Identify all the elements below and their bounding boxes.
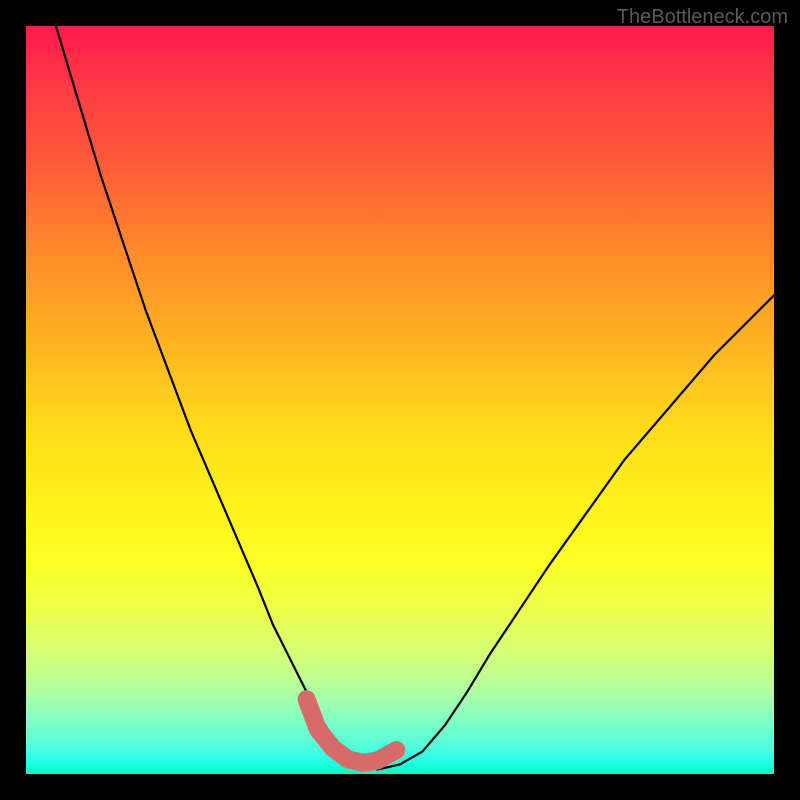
chart-svg [26,26,774,774]
highlight-line [307,699,397,763]
plot-area [26,26,774,774]
watermark-text: TheBottleneck.com [617,6,788,29]
curve-line [56,26,774,770]
